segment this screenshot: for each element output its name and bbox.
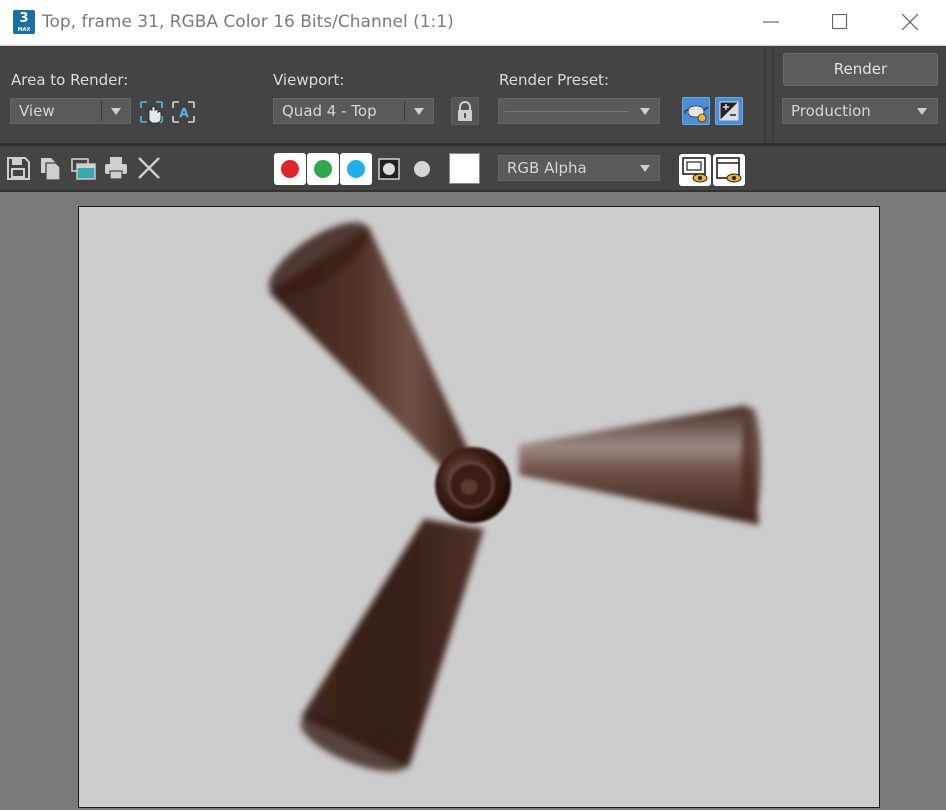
close-window-button[interactable]	[887, 0, 933, 45]
lock-viewport-button[interactable]	[451, 97, 479, 125]
alpha-channel-toggle[interactable]	[375, 155, 403, 183]
copy-icon	[41, 158, 61, 181]
render-setup-button[interactable]	[682, 97, 710, 125]
production-value: Production	[791, 102, 871, 120]
monochrome-icon	[414, 161, 430, 177]
print-image-button[interactable]	[103, 155, 131, 183]
production-dropdown[interactable]: Production	[782, 98, 938, 124]
ui-panel-eye-icon	[716, 157, 742, 183]
minimize-button[interactable]	[748, 0, 794, 45]
save-image-button[interactable]	[5, 155, 33, 183]
dropdown-separator	[404, 101, 405, 121]
fan-hub	[435, 447, 511, 523]
ui-overlay-eye-icon	[682, 157, 708, 183]
lock-icon	[458, 101, 472, 121]
alpha-channel-icon	[378, 158, 400, 180]
svg-text:A: A	[179, 106, 189, 120]
viewport-value: Quad 4 - Top	[282, 102, 377, 120]
rendered-fan-image	[268, 222, 761, 772]
channel-display-value: RGB Alpha	[507, 159, 587, 177]
exposure-icon	[719, 101, 739, 121]
render-button[interactable]: Render	[783, 53, 938, 86]
chevron-down-icon	[414, 108, 424, 115]
3dsmax-app-icon: 3 MAX	[13, 10, 35, 34]
window-title: Top, frame 31, RGBA Color 16 Bits/Channe…	[42, 12, 454, 32]
channel-display-dropdown[interactable]: RGB Alpha	[498, 155, 660, 181]
chevron-down-icon	[640, 165, 650, 172]
app-icon-subtext: MAX	[17, 27, 31, 33]
auto-region-button[interactable]: A	[170, 98, 198, 126]
viewport-dropdown[interactable]: Quad 4 - Top	[273, 98, 434, 124]
chevron-down-icon	[640, 108, 650, 115]
fan-blade-lower	[300, 519, 484, 772]
chevron-down-icon	[111, 108, 121, 115]
copy-image-button[interactable]	[37, 155, 65, 183]
maximize-button[interactable]	[817, 0, 863, 45]
panel-divider	[764, 46, 766, 143]
area-to-render-value: View	[19, 102, 55, 120]
print-icon	[105, 157, 127, 180]
monochrome-toggle[interactable]	[408, 155, 436, 183]
red-channel-toggle[interactable]	[274, 153, 306, 185]
area-to-render-label: Area to Render:	[11, 71, 129, 89]
render-preset-label: Render Preset:	[499, 71, 609, 89]
rendered-image[interactable]	[78, 206, 880, 808]
green-channel-toggle[interactable]	[307, 153, 339, 185]
clone-window-button[interactable]	[70, 155, 98, 183]
maximize-icon	[832, 14, 848, 30]
toggle-ui-button[interactable]	[713, 154, 745, 186]
panel-divider	[772, 46, 774, 143]
toggle-ui-overlays-button[interactable]	[679, 154, 711, 186]
fan-blade-right	[519, 405, 761, 525]
edit-region-button[interactable]	[138, 98, 166, 126]
clone-window-icon	[71, 158, 96, 180]
clear-x-icon	[138, 157, 160, 179]
dropdown-separator	[101, 101, 102, 121]
save-icon	[7, 157, 30, 180]
close-icon	[902, 14, 918, 30]
red-channel-icon	[281, 160, 299, 178]
chevron-down-icon	[917, 108, 927, 115]
title-bar: 3 MAX Top, frame 31, RGBA Color 16 Bits/…	[0, 0, 946, 46]
color-swatch[interactable]	[449, 153, 480, 184]
render-preset-empty-line	[505, 111, 629, 112]
fan-blade-upper	[268, 222, 469, 469]
area-to-render-dropdown[interactable]: View	[10, 98, 131, 124]
minimize-icon	[763, 21, 779, 23]
viewport-label: Viewport:	[273, 71, 345, 89]
clear-image-button[interactable]	[136, 155, 164, 183]
render-preset-dropdown[interactable]	[498, 98, 660, 124]
teapot-gear-icon	[684, 105, 709, 123]
exposure-control-button[interactable]	[715, 97, 743, 125]
auto-region-icon: A	[172, 101, 195, 123]
blue-channel-toggle[interactable]	[340, 153, 372, 185]
green-channel-icon	[314, 160, 332, 178]
app-icon-text: 3	[19, 11, 29, 26]
edit-region-hand-icon	[140, 101, 163, 124]
blue-channel-icon	[347, 160, 365, 178]
